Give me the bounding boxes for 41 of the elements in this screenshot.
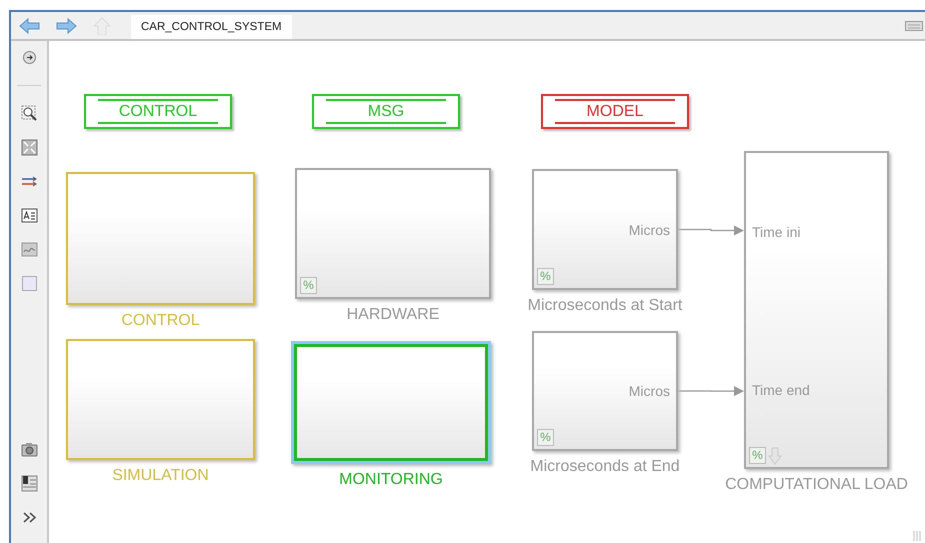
- library-badge: %: [749, 447, 766, 464]
- breadcrumb-tab[interactable]: CAR_CONTROL_SYSTEM: [131, 15, 292, 39]
- area-icon[interactable]: [20, 275, 38, 292]
- subsystem-block[interactable]: %: [295, 168, 491, 299]
- down-arrow-icon: [768, 447, 782, 465]
- goto-tag[interactable]: MODEL: [541, 94, 689, 129]
- annotation-icon[interactable]: [20, 207, 38, 224]
- block-label: SIMULATION: [112, 467, 209, 485]
- subsystem-block[interactable]: % Micros: [532, 331, 678, 451]
- report-icon[interactable]: [20, 475, 38, 492]
- port-label: Micros: [628, 383, 670, 399]
- keyboard-icon[interactable]: [905, 20, 923, 30]
- block-label: MONITORING: [339, 471, 443, 489]
- camera-icon[interactable]: [20, 441, 38, 458]
- resize-grip-icon[interactable]: [913, 531, 923, 541]
- signal-arrow[interactable]: [678, 386, 744, 396]
- forward-button[interactable]: [55, 16, 77, 34]
- block-label: HARDWARE: [346, 306, 440, 324]
- block-label: Microseconds at Start: [528, 297, 682, 315]
- image-icon[interactable]: [20, 241, 38, 258]
- port-label: Time end: [752, 382, 810, 398]
- library-badge: %: [537, 268, 554, 285]
- subsystem-block[interactable]: [66, 172, 255, 305]
- signal-arrow[interactable]: [678, 226, 744, 236]
- subsystem-block[interactable]: [291, 341, 491, 464]
- block-label: Microseconds at End: [530, 458, 680, 476]
- block-label: COMPUTATIONAL LOAD: [725, 476, 908, 494]
- zoom-icon[interactable]: [20, 105, 38, 122]
- back-button[interactable]: [19, 16, 41, 34]
- library-badge: %: [300, 277, 317, 294]
- hide-panel-icon[interactable]: [20, 49, 38, 66]
- port-label: Time ini: [752, 224, 800, 240]
- subsystem-block[interactable]: % Micros: [532, 169, 678, 290]
- goto-tag[interactable]: CONTROL: [84, 94, 232, 129]
- port-label: Micros: [628, 222, 670, 238]
- fit-view-icon[interactable]: [20, 139, 38, 156]
- library-badge: %: [537, 429, 554, 446]
- goto-tag[interactable]: MSG: [312, 94, 460, 129]
- subsystem-block[interactable]: % Time ini Time end: [744, 151, 889, 469]
- subsystem-block[interactable]: [66, 339, 255, 460]
- block-label: CONTROL: [121, 312, 200, 330]
